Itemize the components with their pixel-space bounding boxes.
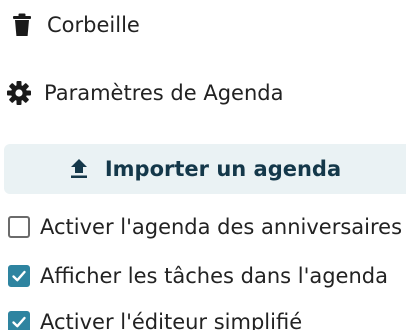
settings-label: Paramètres de Agenda bbox=[44, 81, 284, 105]
simple-editor-checkbox[interactable] bbox=[8, 311, 30, 330]
calendar-settings-panel: Corbeille Paramètres de Agenda Importer … bbox=[0, 0, 406, 330]
trash-icon bbox=[9, 12, 35, 38]
birthday-calendar-label: Activer l'agenda des anniversaires bbox=[40, 215, 403, 239]
show-tasks-label: Afficher les tâches dans l'agenda bbox=[40, 264, 388, 288]
trash-label: Corbeille bbox=[47, 13, 140, 37]
import-calendar-button[interactable]: Importer un agenda bbox=[4, 144, 406, 194]
trash-nav-item[interactable]: Corbeille bbox=[0, 1, 406, 49]
simple-editor-option[interactable]: Activer l'éditeur simplifié bbox=[0, 302, 406, 330]
gear-icon bbox=[6, 80, 32, 106]
birthday-calendar-checkbox[interactable] bbox=[8, 216, 30, 238]
checkmark-icon bbox=[12, 316, 26, 328]
show-tasks-option[interactable]: Afficher les tâches dans l'agenda bbox=[0, 256, 406, 296]
upload-icon bbox=[67, 157, 91, 181]
birthday-calendar-option[interactable]: Activer l'agenda des anniversaires bbox=[0, 207, 406, 247]
checkmark-icon bbox=[12, 270, 26, 282]
show-tasks-checkbox[interactable] bbox=[8, 265, 30, 287]
calendar-settings-nav-item[interactable]: Paramètres de Agenda bbox=[0, 69, 406, 117]
simple-editor-label: Activer l'éditeur simplifié bbox=[40, 310, 303, 330]
import-calendar-label: Importer un agenda bbox=[104, 157, 342, 181]
